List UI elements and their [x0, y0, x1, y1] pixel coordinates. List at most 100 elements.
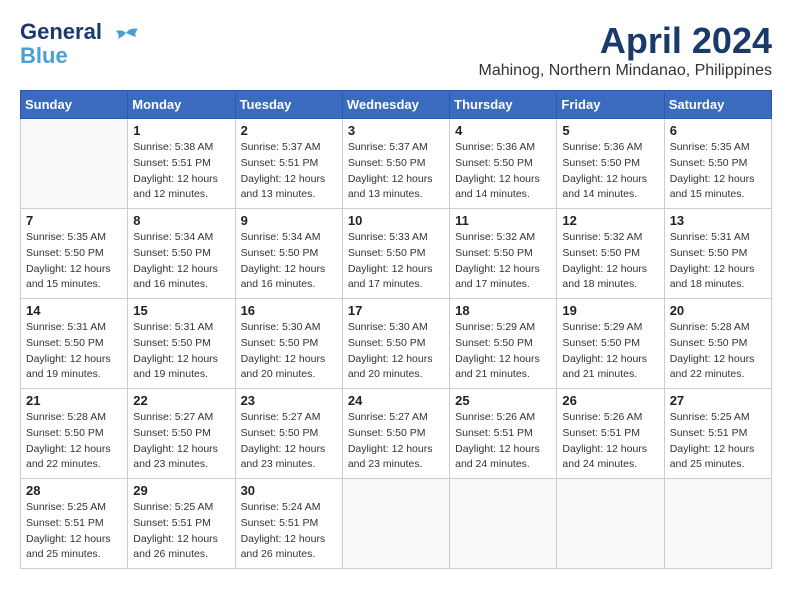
day-number: 1 [133, 123, 229, 138]
calendar-cell: 22 Sunrise: 5:27 AMSunset: 5:50 PMDayligh… [128, 389, 235, 479]
day-info: Sunrise: 5:27 AMSunset: 5:50 PMDaylight:… [348, 410, 444, 473]
day-info: Sunrise: 5:36 AMSunset: 5:50 PMDaylight:… [562, 140, 658, 203]
day-info: Sunrise: 5:31 AMSunset: 5:50 PMDaylight:… [133, 320, 229, 383]
title-section: April 2024 Mahinog, Northern Mindanao, P… [478, 20, 772, 80]
day-number: 25 [455, 393, 551, 408]
bird-icon [108, 25, 144, 53]
day-header-thursday: Thursday [450, 91, 557, 119]
header-row: SundayMondayTuesdayWednesdayThursdayFrid… [21, 91, 772, 119]
day-info: Sunrise: 5:37 AMSunset: 5:51 PMDaylight:… [241, 140, 337, 203]
day-number: 3 [348, 123, 444, 138]
calendar-cell: 15 Sunrise: 5:31 AMSunset: 5:50 PMDayligh… [128, 299, 235, 389]
day-number: 4 [455, 123, 551, 138]
calendar-cell [450, 479, 557, 569]
day-number: 24 [348, 393, 444, 408]
day-number: 18 [455, 303, 551, 318]
calendar-table: SundayMondayTuesdayWednesdayThursdayFrid… [20, 90, 772, 569]
week-row: 28 Sunrise: 5:25 AMSunset: 5:51 PMDayligh… [21, 479, 772, 569]
day-info: Sunrise: 5:25 AMSunset: 5:51 PMDaylight:… [670, 410, 766, 473]
page-header: General Blue April 2024 Mahinog, Norther… [20, 20, 772, 80]
calendar-cell: 19Sunrise: 5:29 AMSunset: 5:50 PMDayligh… [557, 299, 664, 389]
calendar-cell [557, 479, 664, 569]
day-info: Sunrise: 5:28 AMSunset: 5:50 PMDaylight:… [670, 320, 766, 383]
day-header-saturday: Saturday [664, 91, 771, 119]
day-info: Sunrise: 5:34 AMSunset: 5:50 PMDaylight:… [241, 230, 337, 293]
day-number: 14 [26, 303, 122, 318]
day-info: Sunrise: 5:25 AMSunset: 5:51 PMDaylight:… [26, 500, 122, 563]
calendar-cell: 21 Sunrise: 5:28 AMSunset: 5:50 PMDayligh… [21, 389, 128, 479]
logo: General Blue [20, 20, 144, 68]
day-number: 12 [562, 213, 658, 228]
day-number: 13 [670, 213, 766, 228]
calendar-cell [664, 479, 771, 569]
day-info: Sunrise: 5:24 AMSunset: 5:51 PMDaylight:… [241, 500, 337, 563]
day-info: Sunrise: 5:25 AMSunset: 5:51 PMDaylight:… [133, 500, 229, 563]
day-number: 16 [241, 303, 337, 318]
day-info: Sunrise: 5:31 AMSunset: 5:50 PMDaylight:… [670, 230, 766, 293]
calendar-cell: 18 Sunrise: 5:29 AMSunset: 5:50 PMDayligh… [450, 299, 557, 389]
day-number: 28 [26, 483, 122, 498]
calendar-cell [342, 479, 449, 569]
day-number: 9 [241, 213, 337, 228]
day-number: 23 [241, 393, 337, 408]
day-header-friday: Friday [557, 91, 664, 119]
location-subtitle: Mahinog, Northern Mindanao, Philippines [478, 62, 772, 80]
calendar-cell: 2 Sunrise: 5:37 AMSunset: 5:51 PMDaylight… [235, 119, 342, 209]
calendar-cell [21, 119, 128, 209]
day-number: 30 [241, 483, 337, 498]
day-number: 10 [348, 213, 444, 228]
day-number: 8 [133, 213, 229, 228]
day-info: Sunrise: 5:26 AMSunset: 5:51 PMDaylight:… [455, 410, 551, 473]
day-info: Sunrise: 5:33 AMSunset: 5:50 PMDaylight:… [348, 230, 444, 293]
day-info: Sunrise: 5:27 AMSunset: 5:50 PMDaylight:… [133, 410, 229, 473]
day-info: Sunrise: 5:37 AMSunset: 5:50 PMDaylight:… [348, 140, 444, 203]
day-number: 2 [241, 123, 337, 138]
calendar-cell: 12 Sunrise: 5:32 AMSunset: 5:50 PMDayligh… [557, 209, 664, 299]
calendar-header: SundayMondayTuesdayWednesdayThursdayFrid… [21, 91, 772, 119]
day-number: 26 [562, 393, 658, 408]
day-info: Sunrise: 5:31 AMSunset: 5:50 PMDaylight:… [26, 320, 122, 383]
calendar-cell: 29 Sunrise: 5:25 AMSunset: 5:51 PMDayligh… [128, 479, 235, 569]
calendar-cell: 1Sunrise: 5:38 AMSunset: 5:51 PMDaylight… [128, 119, 235, 209]
calendar-cell: 6Sunrise: 5:35 AMSunset: 5:50 PMDaylight… [664, 119, 771, 209]
day-info: Sunrise: 5:32 AMSunset: 5:50 PMDaylight:… [562, 230, 658, 293]
day-number: 22 [133, 393, 229, 408]
calendar-cell: 17Sunrise: 5:30 AMSunset: 5:50 PMDayligh… [342, 299, 449, 389]
day-info: Sunrise: 5:35 AMSunset: 5:50 PMDaylight:… [26, 230, 122, 293]
calendar-cell: 8 Sunrise: 5:34 AMSunset: 5:50 PMDaylight… [128, 209, 235, 299]
calendar-cell: 30 Sunrise: 5:24 AMSunset: 5:51 PMDayligh… [235, 479, 342, 569]
calendar-cell: 5 Sunrise: 5:36 AMSunset: 5:50 PMDaylight… [557, 119, 664, 209]
calendar-cell: 14 Sunrise: 5:31 AMSunset: 5:50 PMDayligh… [21, 299, 128, 389]
day-info: Sunrise: 5:26 AMSunset: 5:51 PMDaylight:… [562, 410, 658, 473]
day-number: 21 [26, 393, 122, 408]
calendar-cell: 10 Sunrise: 5:33 AMSunset: 5:50 PMDayligh… [342, 209, 449, 299]
calendar-cell: 16Sunrise: 5:30 AMSunset: 5:50 PMDayligh… [235, 299, 342, 389]
calendar-cell: 4 Sunrise: 5:36 AMSunset: 5:50 PMDaylight… [450, 119, 557, 209]
day-info: Sunrise: 5:30 AMSunset: 5:50 PMDaylight:… [348, 320, 444, 383]
calendar-cell: 20Sunrise: 5:28 AMSunset: 5:50 PMDayligh… [664, 299, 771, 389]
calendar-cell: 24 Sunrise: 5:27 AMSunset: 5:50 PMDayligh… [342, 389, 449, 479]
week-row: 14 Sunrise: 5:31 AMSunset: 5:50 PMDayligh… [21, 299, 772, 389]
calendar-cell: 25 Sunrise: 5:26 AMSunset: 5:51 PMDayligh… [450, 389, 557, 479]
day-info: Sunrise: 5:29 AMSunset: 5:50 PMDaylight:… [562, 320, 658, 383]
day-header-monday: Monday [128, 91, 235, 119]
day-info: Sunrise: 5:27 AMSunset: 5:50 PMDaylight:… [241, 410, 337, 473]
day-header-sunday: Sunday [21, 91, 128, 119]
calendar-cell: 28 Sunrise: 5:25 AMSunset: 5:51 PMDayligh… [21, 479, 128, 569]
day-info: Sunrise: 5:34 AMSunset: 5:50 PMDaylight:… [133, 230, 229, 293]
day-number: 15 [133, 303, 229, 318]
day-number: 27 [670, 393, 766, 408]
calendar-cell: 26 Sunrise: 5:26 AMSunset: 5:51 PMDayligh… [557, 389, 664, 479]
day-number: 5 [562, 123, 658, 138]
day-info: Sunrise: 5:36 AMSunset: 5:50 PMDaylight:… [455, 140, 551, 203]
day-number: 29 [133, 483, 229, 498]
day-number: 11 [455, 213, 551, 228]
day-header-tuesday: Tuesday [235, 91, 342, 119]
month-year-title: April 2024 [478, 20, 772, 62]
day-header-wednesday: Wednesday [342, 91, 449, 119]
day-info: Sunrise: 5:29 AMSunset: 5:50 PMDaylight:… [455, 320, 551, 383]
logo-text: General Blue [20, 20, 102, 68]
calendar-cell: 27 Sunrise: 5:25 AMSunset: 5:51 PMDayligh… [664, 389, 771, 479]
day-info: Sunrise: 5:28 AMSunset: 5:50 PMDaylight:… [26, 410, 122, 473]
calendar-body: 1Sunrise: 5:38 AMSunset: 5:51 PMDaylight… [21, 119, 772, 569]
